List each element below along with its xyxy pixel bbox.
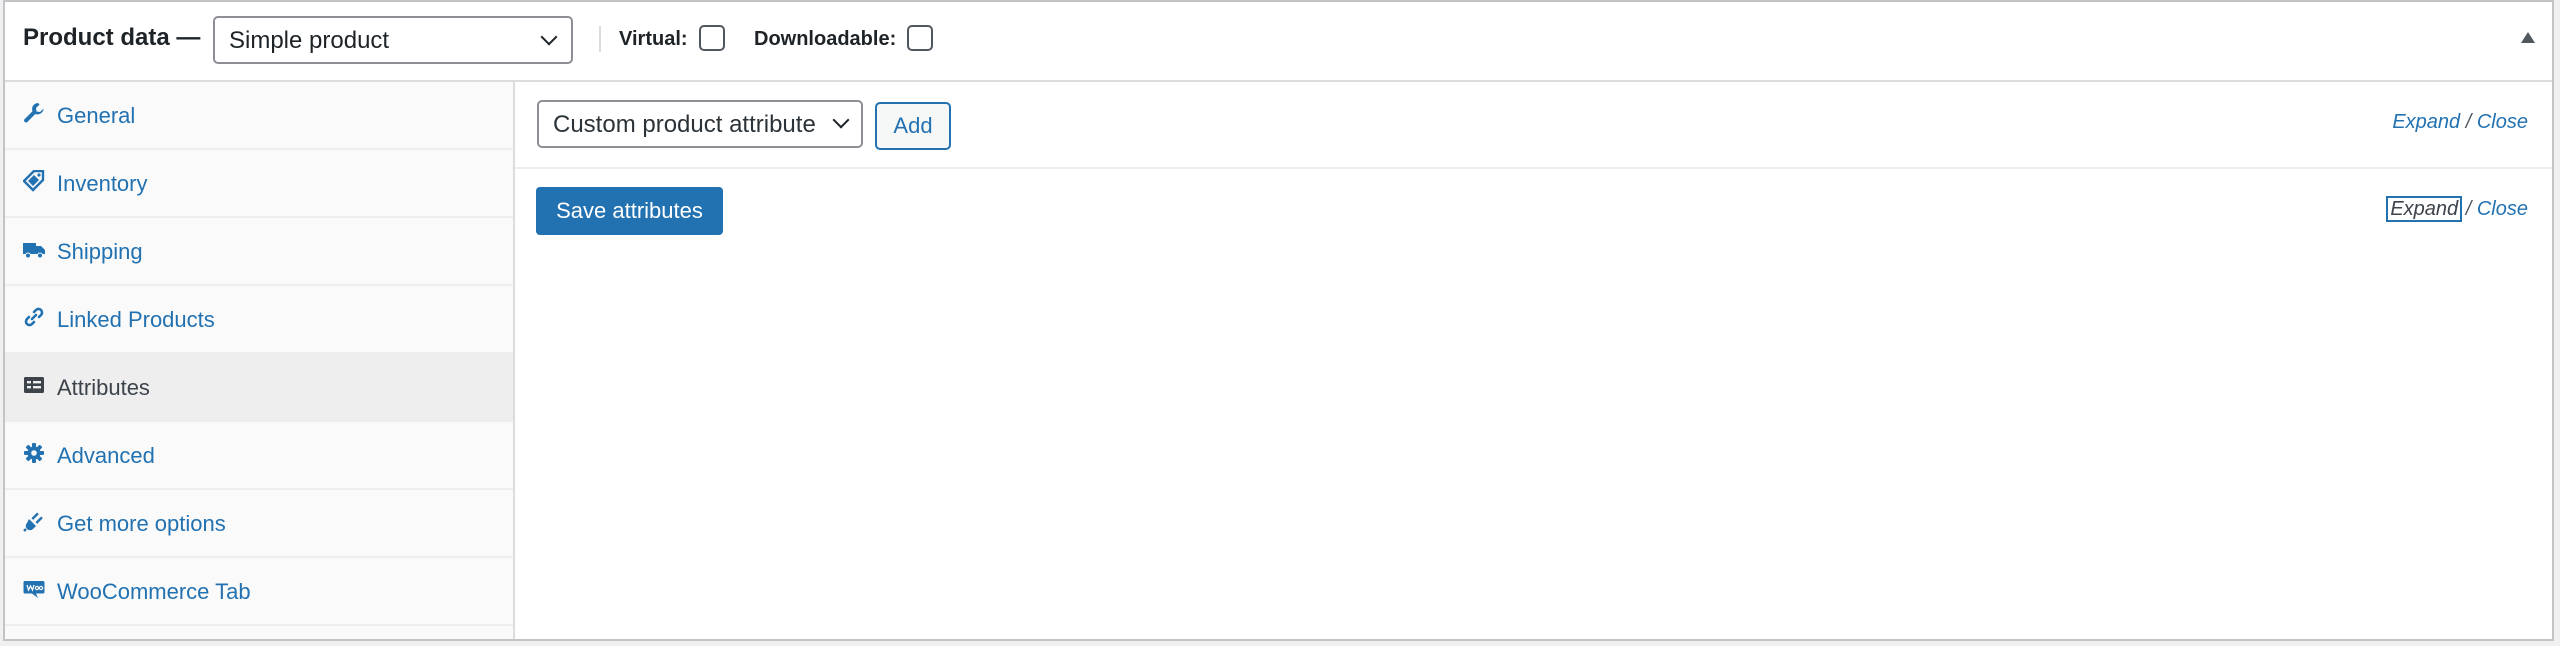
close-link[interactable]: Close <box>2477 198 2528 220</box>
tab-shipping-label: Shipping <box>57 239 143 264</box>
product-data-panel: Product data — Simple product Virtual: D… <box>3 0 2554 641</box>
downloadable-checkbox[interactable] <box>907 25 933 51</box>
tab-attributes[interactable]: Attributes <box>5 354 513 422</box>
attributes-toolbar: Custom product attribute Add Expand / Cl… <box>515 82 2552 169</box>
chevron-down-icon <box>540 28 558 46</box>
expand-link[interactable]: Expand <box>2386 196 2463 222</box>
plugin-icon <box>23 510 45 532</box>
expand-close-bottom: Expand / Close <box>2386 196 2528 222</box>
collapse-toggle-icon[interactable] <box>2521 32 2535 43</box>
tab-woocommerce[interactable]: WooCommerce Tab <box>5 558 513 626</box>
close-link[interactable]: Close <box>2477 111 2528 133</box>
tab-get-more-options-label: Get more options <box>57 511 226 536</box>
expand-link[interactable]: Expand <box>2392 111 2460 133</box>
tab-general-label: General <box>57 103 136 128</box>
tag-icon <box>23 170 45 192</box>
product-data-header: Product data — Simple product Virtual: D… <box>5 2 2552 82</box>
woo-icon <box>23 578 45 600</box>
slash-separator: / <box>2465 111 2472 133</box>
tab-attributes-label: Attributes <box>57 375 150 400</box>
slash-separator: / <box>2465 198 2472 220</box>
attribute-select-value: Custom product attribute <box>553 111 816 138</box>
product-type-select[interactable]: Simple product <box>213 16 573 64</box>
tab-advanced-label: Advanced <box>57 443 155 468</box>
tab-shipping[interactable]: Shipping <box>5 218 513 286</box>
list-icon <box>23 374 45 396</box>
tab-get-more-options[interactable]: Get more options <box>5 490 513 558</box>
chevron-down-icon <box>832 111 850 129</box>
tab-woocommerce-label: WooCommerce Tab <box>57 579 251 604</box>
panel-title: Product data — <box>23 24 201 51</box>
tab-linked-products-label: Linked Products <box>57 307 215 332</box>
tab-linked-products[interactable]: Linked Products <box>5 286 513 354</box>
link-icon <box>23 306 45 328</box>
add-attribute-button[interactable]: Add <box>875 102 951 150</box>
attribute-taxonomy-select[interactable]: Custom product attribute <box>537 100 863 148</box>
tab-general[interactable]: General <box>5 82 513 150</box>
downloadable-label: Downloadable: <box>754 28 897 50</box>
tab-inventory-label: Inventory <box>57 171 148 196</box>
product-type-value: Simple product <box>229 27 390 54</box>
attributes-panel: Custom product attribute Add Expand / Cl… <box>515 82 2552 639</box>
tab-advanced[interactable]: Advanced <box>5 422 513 490</box>
truck-icon <box>23 238 45 260</box>
gear-icon <box>23 442 45 464</box>
divider <box>599 26 601 52</box>
expand-close-top: Expand / Close <box>2392 109 2528 135</box>
wrench-icon <box>23 102 45 124</box>
tab-inventory[interactable]: Inventory <box>5 150 513 218</box>
product-data-tabs: General Inventory Shipping Linked Produc… <box>5 82 515 639</box>
virtual-checkbox[interactable] <box>699 25 725 51</box>
virtual-label: Virtual: <box>619 28 688 50</box>
save-attributes-button[interactable]: Save attributes <box>536 187 723 235</box>
